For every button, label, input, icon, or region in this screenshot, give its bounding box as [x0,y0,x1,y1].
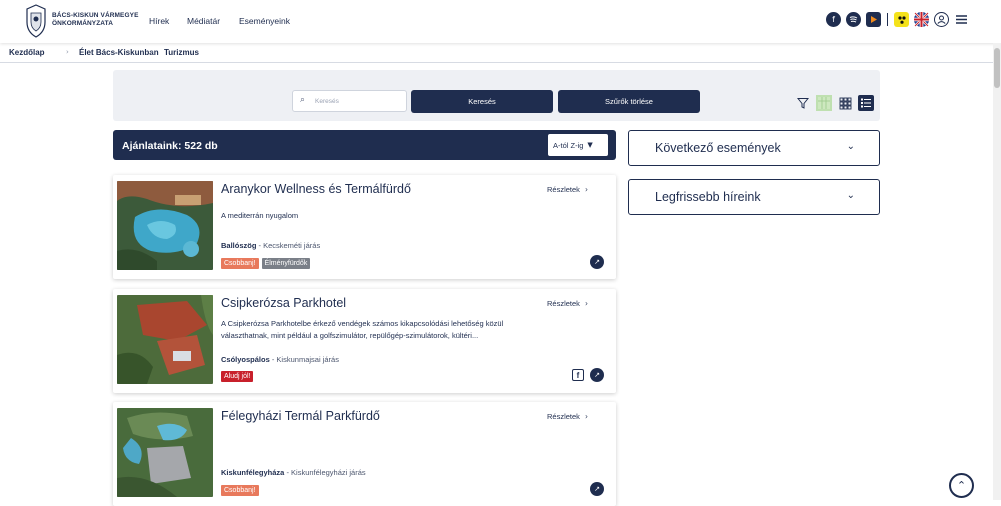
card-district: - Kiskunfélegyházi járás [284,468,366,477]
details-link[interactable]: Részletek › [547,299,588,308]
list-item[interactable]: Félegyházi Termál Parkfürdő Részletek › … [113,402,616,506]
results-header: Ajánlataink: 522 db A-tól Z-ig ▼ [113,130,616,160]
card-district: - Kecskeméti járás [256,241,321,250]
breadcrumb-elet[interactable]: Élet Bács-Kiskunban [79,48,159,57]
chevron-down-icon: ⌄ [846,190,855,201]
accordion-title: Legfrissebb híreink [655,190,761,204]
chevron-right-icon: › [585,412,589,421]
filter-bar: ⌕ Keresés Keresés Szűrők törlése [113,70,880,121]
felegyhazi-photo [117,408,213,497]
tag-badge[interactable]: Csobbanj! [221,485,259,496]
user-icon[interactable] [934,12,949,27]
nav-link-mediatar[interactable]: Médiatár [187,16,220,26]
card-place: Kiskunfélegyháza [221,468,285,477]
card-location: Csólyospálos - Kiskunmajsai járás [221,355,339,364]
external-link-icon[interactable]: ↗ [590,368,604,382]
scrollbar-thumb[interactable] [994,48,1000,88]
chevron-right-icon: › [585,185,589,194]
clear-filters-button[interactable]: Szűrők törlése [558,90,700,113]
youtube-icon[interactable] [866,12,881,27]
breadcrumb-chevron-icon: › [66,48,69,56]
external-link-icon[interactable]: ↗ [590,482,604,496]
map-view-icon[interactable] [816,95,832,111]
list-view-icon[interactable] [858,95,874,111]
header-icon-group: f [826,12,969,27]
facebook-icon[interactable]: f [572,369,584,381]
header-divider [887,13,888,26]
card-title[interactable]: Félegyházi Termál Parkfürdő [221,409,380,423]
csipkerozsa-photo [117,295,213,384]
tag-badge[interactable]: Csobbanj! [221,258,259,269]
list-item[interactable]: Csipkerózsa Parkhotel Részletek › A Csip… [113,289,616,393]
grid-view-icon[interactable] [837,95,853,111]
accessibility-icon[interactable] [894,12,909,27]
menu-icon[interactable] [954,12,969,27]
breadcrumb-home[interactable]: Kezdőlap [9,48,45,57]
details-link[interactable]: Részletek › [547,412,588,421]
chevron-up-icon: ⌃ [956,479,967,492]
filter-funnel-icon[interactable] [795,95,811,111]
aranykor-photo [117,181,213,270]
card-location: Kiskunfélegyháza - Kiskunfélegyházi járá… [221,468,366,477]
logo-text[interactable]: BÁCS-KISKUN VÁRMEGYE ÖNKORMÁNYZATA [52,12,139,28]
search-placeholder: Keresés [315,98,339,105]
accordion-title: Következő események [655,141,781,155]
sort-select[interactable]: A-tól Z-ig ▼ [548,134,608,156]
tag-badge[interactable]: Élményfürdők [261,258,311,269]
upcoming-events-accordion[interactable]: Következő események ⌄ [628,130,880,166]
details-label: Részletek [547,299,580,308]
tag-list: Csobbanj! [221,485,259,496]
search-button[interactable]: Keresés [411,90,553,113]
tag-list: Csobbanj! Élményfürdők [221,258,311,269]
nav-link-hirek[interactable]: Hírek [149,16,169,26]
uk-flag-icon[interactable] [914,12,929,27]
sort-select-value: A-tól Z-ig [553,140,584,150]
list-item[interactable]: Aranykor Wellness és Termálfürdő Részlet… [113,175,616,279]
card-place: Csólyospálos [221,355,270,364]
tag-badge[interactable]: Aludj jól! [221,371,254,382]
view-toggle-group [795,95,874,111]
top-navigation-bar: BÁCS-KISKUN VÁRMEGYE ÖNKORMÁNYZATA Hírek… [0,0,1001,43]
page-scrollbar[interactable] [993,43,1001,500]
results-count: Ajánlataink: 522 db [122,140,218,152]
card-place: Ballószög [221,241,257,250]
details-label: Részletek [547,185,580,194]
card-location: Ballószög - Kecskeméti járás [221,241,320,250]
tag-list: Aludj jól! [221,371,254,382]
latest-news-accordion[interactable]: Legfrissebb híreink ⌄ [628,179,880,215]
external-link-icon[interactable]: ↗ [590,255,604,269]
search-input[interactable]: ⌕ Keresés [292,90,407,112]
chevron-right-icon: › [585,299,589,308]
card-district: - Kiskunmajsai járás [269,355,339,364]
search-icon: ⌕ [300,95,306,105]
chevron-down-icon: ⌄ [846,141,855,152]
logo-line-1: BÁCS-KISKUN VÁRMEGYE [52,12,139,19]
county-crest-logo[interactable] [24,4,48,38]
card-title[interactable]: Csipkerózsa Parkhotel [221,296,346,310]
nav-link-esemenyeink[interactable]: Eseményeink [239,16,290,26]
spotify-icon[interactable] [846,12,861,27]
card-description: A mediterrán nyugalom [221,211,299,220]
details-label: Részletek [547,412,580,421]
card-description: A Csipkerózsa Parkhotelbe érkező vendége… [221,319,504,340]
breadcrumb-chevron-icon: › [151,48,154,56]
breadcrumb: Kezdőlap › Élet Bács-Kiskunban › Turizmu… [0,43,993,63]
details-link[interactable]: Részletek › [547,185,588,194]
facebook-icon[interactable]: f [826,12,841,27]
logo-line-2: ÖNKORMÁNYZATA [52,20,113,27]
scroll-to-top-button[interactable]: ⌃ [949,473,974,498]
caret-down-icon: ▼ [587,141,593,149]
card-title[interactable]: Aranykor Wellness és Termálfürdő [221,182,411,196]
breadcrumb-turizmus[interactable]: Turizmus [164,48,199,57]
